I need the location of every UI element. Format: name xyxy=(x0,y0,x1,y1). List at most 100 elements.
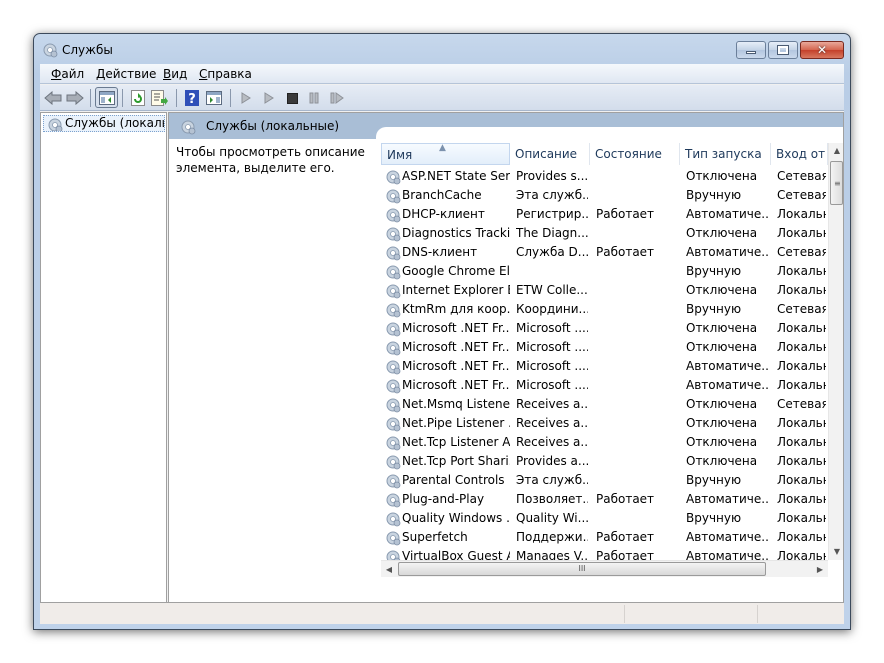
service-gear-icon xyxy=(386,265,401,280)
cell-startup-type: Отключена xyxy=(686,226,758,240)
cell-description: Регистрир... xyxy=(516,207,588,221)
start-service-params-button[interactable] xyxy=(259,88,279,108)
column-description-label: Описание xyxy=(515,147,578,161)
cell-description: Эта служб... xyxy=(516,473,588,487)
service-gear-icon xyxy=(386,284,401,299)
table-row[interactable]: BranchCache Эта служб... Вручную Сетевая с xyxy=(381,186,843,205)
column-header-name[interactable]: ▲ Имя xyxy=(381,143,510,165)
table-row[interactable]: Quality Windows ... Quality Wi... Вручную Л… xyxy=(381,509,843,528)
table-row[interactable]: Net.Pipe Listener ... Receives a... Отключ… xyxy=(381,414,843,433)
cell-name: ASP.NET State Ser... xyxy=(402,169,510,183)
table-row[interactable]: Internet Explorer E... ETW Colle... Отключ… xyxy=(381,281,843,300)
table-row[interactable]: Microsoft .NET Fr... Microsoft .... Отключ… xyxy=(381,319,843,338)
table-row[interactable]: Microsoft .NET Fr... Microsoft .... Отключ… xyxy=(381,338,843,357)
table-row[interactable]: VirtualBox Guest A... Manages V... Работае… xyxy=(381,547,843,560)
table-row[interactable]: DHCP-клиент Регистрир... Работает Автоматич… xyxy=(381,205,843,224)
cell-logon: Локальна xyxy=(777,416,826,430)
table-row[interactable]: Net.Msmq Listene... Receives a... Отключен… xyxy=(381,395,843,414)
tree-item-services-local[interactable]: Службы (локальные) xyxy=(43,115,165,132)
table-row[interactable]: Microsoft .NET Fr... Microsoft .... Автома… xyxy=(381,357,843,376)
help-icon: ? xyxy=(185,90,199,106)
cell-startup-type: Отключена xyxy=(686,283,758,297)
table-row[interactable]: Parental Controls Эта служб... Вручную Лока… xyxy=(381,471,843,490)
service-gear-icon xyxy=(386,170,401,185)
table-row[interactable]: Net.Tcp Listener A... Receives a... Отключ… xyxy=(381,433,843,452)
cell-description: Microsoft .... xyxy=(516,340,588,354)
menu-action[interactable]: Действие xyxy=(96,67,156,81)
menu-action-label: ействие xyxy=(105,67,157,81)
back-arrow-icon xyxy=(44,91,62,105)
column-header-startup-type[interactable]: Тип запуска xyxy=(680,143,771,165)
table-row[interactable]: KtmRm для коор... Координи... Вручную Сетев… xyxy=(381,300,843,319)
forward-button[interactable] xyxy=(65,88,85,108)
service-gear-icon xyxy=(386,189,401,204)
cell-name: Parental Controls xyxy=(402,473,505,487)
pause-service-button[interactable] xyxy=(304,88,324,108)
maximize-button[interactable] xyxy=(768,41,798,59)
cell-description: Позволяет... xyxy=(516,492,588,506)
vertical-scroll-thumb[interactable]: ≡ xyxy=(830,161,843,205)
scroll-right-arrow-icon[interactable]: ▶ xyxy=(812,561,828,578)
table-row[interactable]: Plug-and-Play Позволяет... Работает Автомат… xyxy=(381,490,843,509)
cell-description: Quality Wi... xyxy=(516,511,588,525)
column-header-state[interactable]: Состояние xyxy=(590,143,680,165)
services-app-icon xyxy=(43,43,58,58)
menu-file[interactable]: Файл xyxy=(51,67,84,81)
show-action-pane-button[interactable] xyxy=(204,88,224,108)
panel-header: Службы (локальные) xyxy=(169,113,843,141)
start-service-button[interactable] xyxy=(236,88,256,108)
window-title: Службы xyxy=(62,43,113,57)
cell-name: Superfetch xyxy=(402,530,468,544)
table-row[interactable]: Superfetch Поддержи... Работает Автоматиче.… xyxy=(381,528,843,547)
service-gear-icon xyxy=(386,550,401,560)
cell-description: The Diagn... xyxy=(516,226,588,240)
minimize-button[interactable] xyxy=(736,41,766,59)
help-button[interactable]: ? xyxy=(182,88,202,108)
rows-container: ASP.NET State Ser... Provides s... Отключе… xyxy=(381,167,843,560)
scroll-left-arrow-icon[interactable]: ◀ xyxy=(381,561,397,578)
service-gear-icon xyxy=(386,531,401,546)
cell-logon: Локальна xyxy=(777,473,826,487)
title-bar[interactable]: Службы ✕ xyxy=(34,34,850,64)
column-header-description[interactable]: Описание xyxy=(510,143,590,165)
cell-name: VirtualBox Guest A... xyxy=(402,549,510,560)
horizontal-scroll-thumb[interactable]: III xyxy=(398,562,766,576)
stop-service-button[interactable] xyxy=(282,88,302,108)
toolbar: ? xyxy=(40,85,844,111)
column-logon-label: Вход от и xyxy=(776,147,827,161)
console-tree-icon xyxy=(98,90,115,105)
cell-logon: Сетевая с xyxy=(777,302,826,316)
cell-startup-type: Вручную xyxy=(686,511,742,525)
export-list-button[interactable] xyxy=(150,88,170,108)
vertical-scrollbar[interactable]: ▲ ≡ ▼ xyxy=(828,143,843,560)
service-gear-icon xyxy=(386,455,401,470)
restart-service-button[interactable] xyxy=(327,88,347,108)
cell-logon: Сетевая с xyxy=(777,169,826,183)
close-button[interactable]: ✕ xyxy=(800,41,844,59)
cell-name: Internet Explorer E... xyxy=(402,283,510,297)
services-gear-icon xyxy=(48,118,63,131)
cell-logon: Локальна xyxy=(777,340,826,354)
back-button[interactable] xyxy=(43,88,63,108)
refresh-button[interactable] xyxy=(128,88,148,108)
cell-name: Diagnostics Tracki... xyxy=(402,226,510,240)
cell-state: Работает xyxy=(596,492,655,506)
show-hide-tree-button[interactable] xyxy=(95,87,118,108)
table-row[interactable]: Google Chrome El... Вручную Локальна xyxy=(381,262,843,281)
table-row[interactable]: Net.Tcp Port Shari... Provides a... Отключ… xyxy=(381,452,843,471)
table-row[interactable]: Diagnostics Tracki... The Diagn... Отключе… xyxy=(381,224,843,243)
cell-logon: Локальна xyxy=(777,264,826,278)
table-row[interactable]: DNS-клиент Служба D... Работает Автоматиче.… xyxy=(381,243,843,262)
scroll-down-arrow-icon[interactable]: ▼ xyxy=(829,544,843,560)
list-horizontal-scrollbar[interactable]: ◀ III ▶ xyxy=(381,560,828,577)
cell-logon: Локальна xyxy=(777,511,826,525)
table-row[interactable]: Microsoft .NET Fr... Microsoft .... Автома… xyxy=(381,376,843,395)
cell-logon: Локальна xyxy=(777,454,826,468)
menu-view[interactable]: Вид xyxy=(163,67,187,81)
cell-description: Microsoft .... xyxy=(516,321,588,335)
menu-help[interactable]: Справка xyxy=(199,67,252,81)
table-row[interactable]: ASP.NET State Ser... Provides s... Отключе… xyxy=(381,167,843,186)
scroll-up-arrow-icon[interactable]: ▲ xyxy=(829,143,843,159)
cell-logon: Локальна xyxy=(777,207,826,221)
column-header-logon[interactable]: Вход от и xyxy=(771,143,828,165)
